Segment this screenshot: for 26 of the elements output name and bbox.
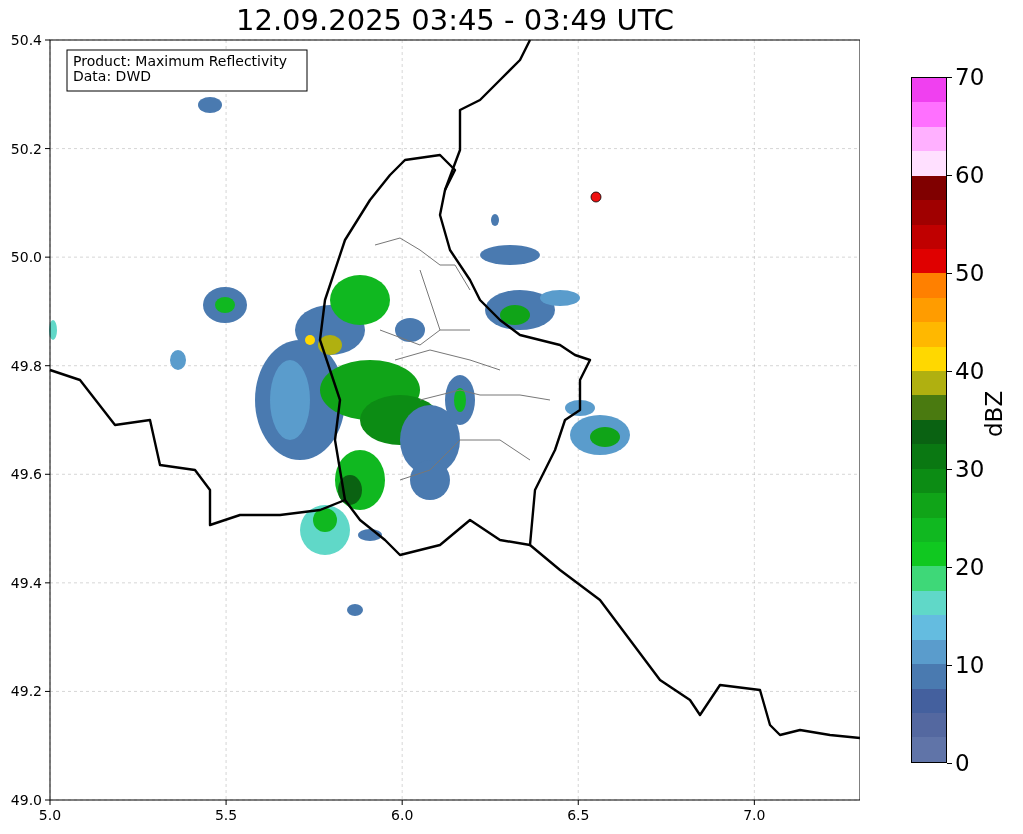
y-tick-label: 49.4	[10, 574, 42, 591]
colorbar-tick-label: 70	[955, 64, 985, 90]
colorbar-tick-label: 0	[955, 750, 970, 776]
info-text: Product: Maximum Reflectivity	[73, 53, 287, 69]
x-tick-label: 5.0	[38, 807, 62, 823]
colorbar-label: dBZ	[981, 390, 1007, 437]
y-tick-label: 49.2	[10, 683, 42, 700]
x-tick-label: 6.5	[567, 807, 590, 823]
y-tick-label: 49.0	[10, 792, 42, 808]
x-tick-label: 6.0	[391, 807, 414, 823]
colorbar-tick-label: 20	[955, 554, 985, 580]
colorbar-tick-label: 40	[955, 358, 985, 384]
y-tick-label: 49.6	[10, 466, 42, 483]
location-marker	[590, 191, 602, 203]
chart-title: 12.09.2025 03:45 - 03:49 UTC	[235, 2, 675, 30]
info-text: Data: DWD	[73, 68, 151, 84]
y-tick-label: 49.8	[10, 357, 42, 374]
y-tick-label: 50.4	[10, 32, 42, 48]
colorbar-tick-label: 60	[955, 162, 985, 188]
x-tick-label: 5.5	[214, 807, 238, 823]
y-tick-label: 50.0	[10, 249, 42, 266]
colorbar-tick-label: 50	[955, 260, 985, 286]
y-tick-label: 50.2	[10, 140, 42, 157]
x-tick-label: 7.0	[743, 807, 766, 823]
colorbar-tick-label: 30	[955, 456, 985, 482]
colorbar-tick-label: 10	[955, 652, 985, 678]
